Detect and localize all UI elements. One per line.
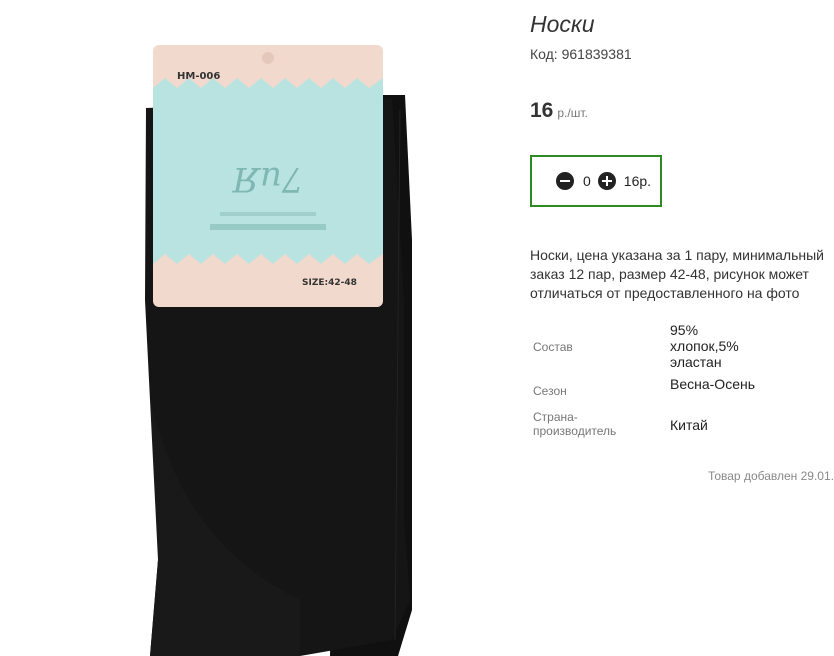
price-value: 16 — [530, 99, 554, 122]
product-description: Носки, цена указана за 1 пару, минимальн… — [530, 247, 824, 301]
sock-image: 7иЯ HM-006 SIZE:42-48 — [145, 45, 412, 656]
property-value: Весна-Осень — [670, 376, 756, 392]
property-value: Китай — [670, 417, 708, 433]
quantity-sum: 16р. — [623, 173, 652, 189]
plus-circle-icon[interactable] — [597, 172, 616, 190]
product-code: Код: 961839381 — [530, 46, 632, 62]
product-photo[interactable]: 7иЯ HM-006 SIZE:42-48 — [0, 0, 520, 656]
quantity-stepper: 0 16р. — [530, 155, 662, 207]
tag-size: SIZE:42-48 — [302, 278, 357, 288]
added-date: Товар добавлен 29.01. — [707, 469, 834, 483]
brand-logo: 7иЯ — [232, 159, 304, 199]
minus-circle-icon[interactable] — [556, 172, 574, 190]
product-info: Носки Код: 961839381 16 р./шт. 0 16р. Нос… — [530, 0, 834, 656]
quantity-value[interactable]: 0 — [583, 173, 591, 189]
product-title: Носки — [530, 11, 595, 37]
price-unit: р./шт. — [557, 106, 588, 120]
product-price: 16 р./шт. — [530, 99, 588, 123]
property-label: Состав — [533, 340, 573, 354]
property-label: Страна-производитель — [533, 410, 617, 438]
property-value: 95% хлопок,5% эластан — [670, 322, 739, 370]
tag-model: HM-006 — [177, 71, 220, 82]
property-label: Сезон — [533, 384, 567, 398]
